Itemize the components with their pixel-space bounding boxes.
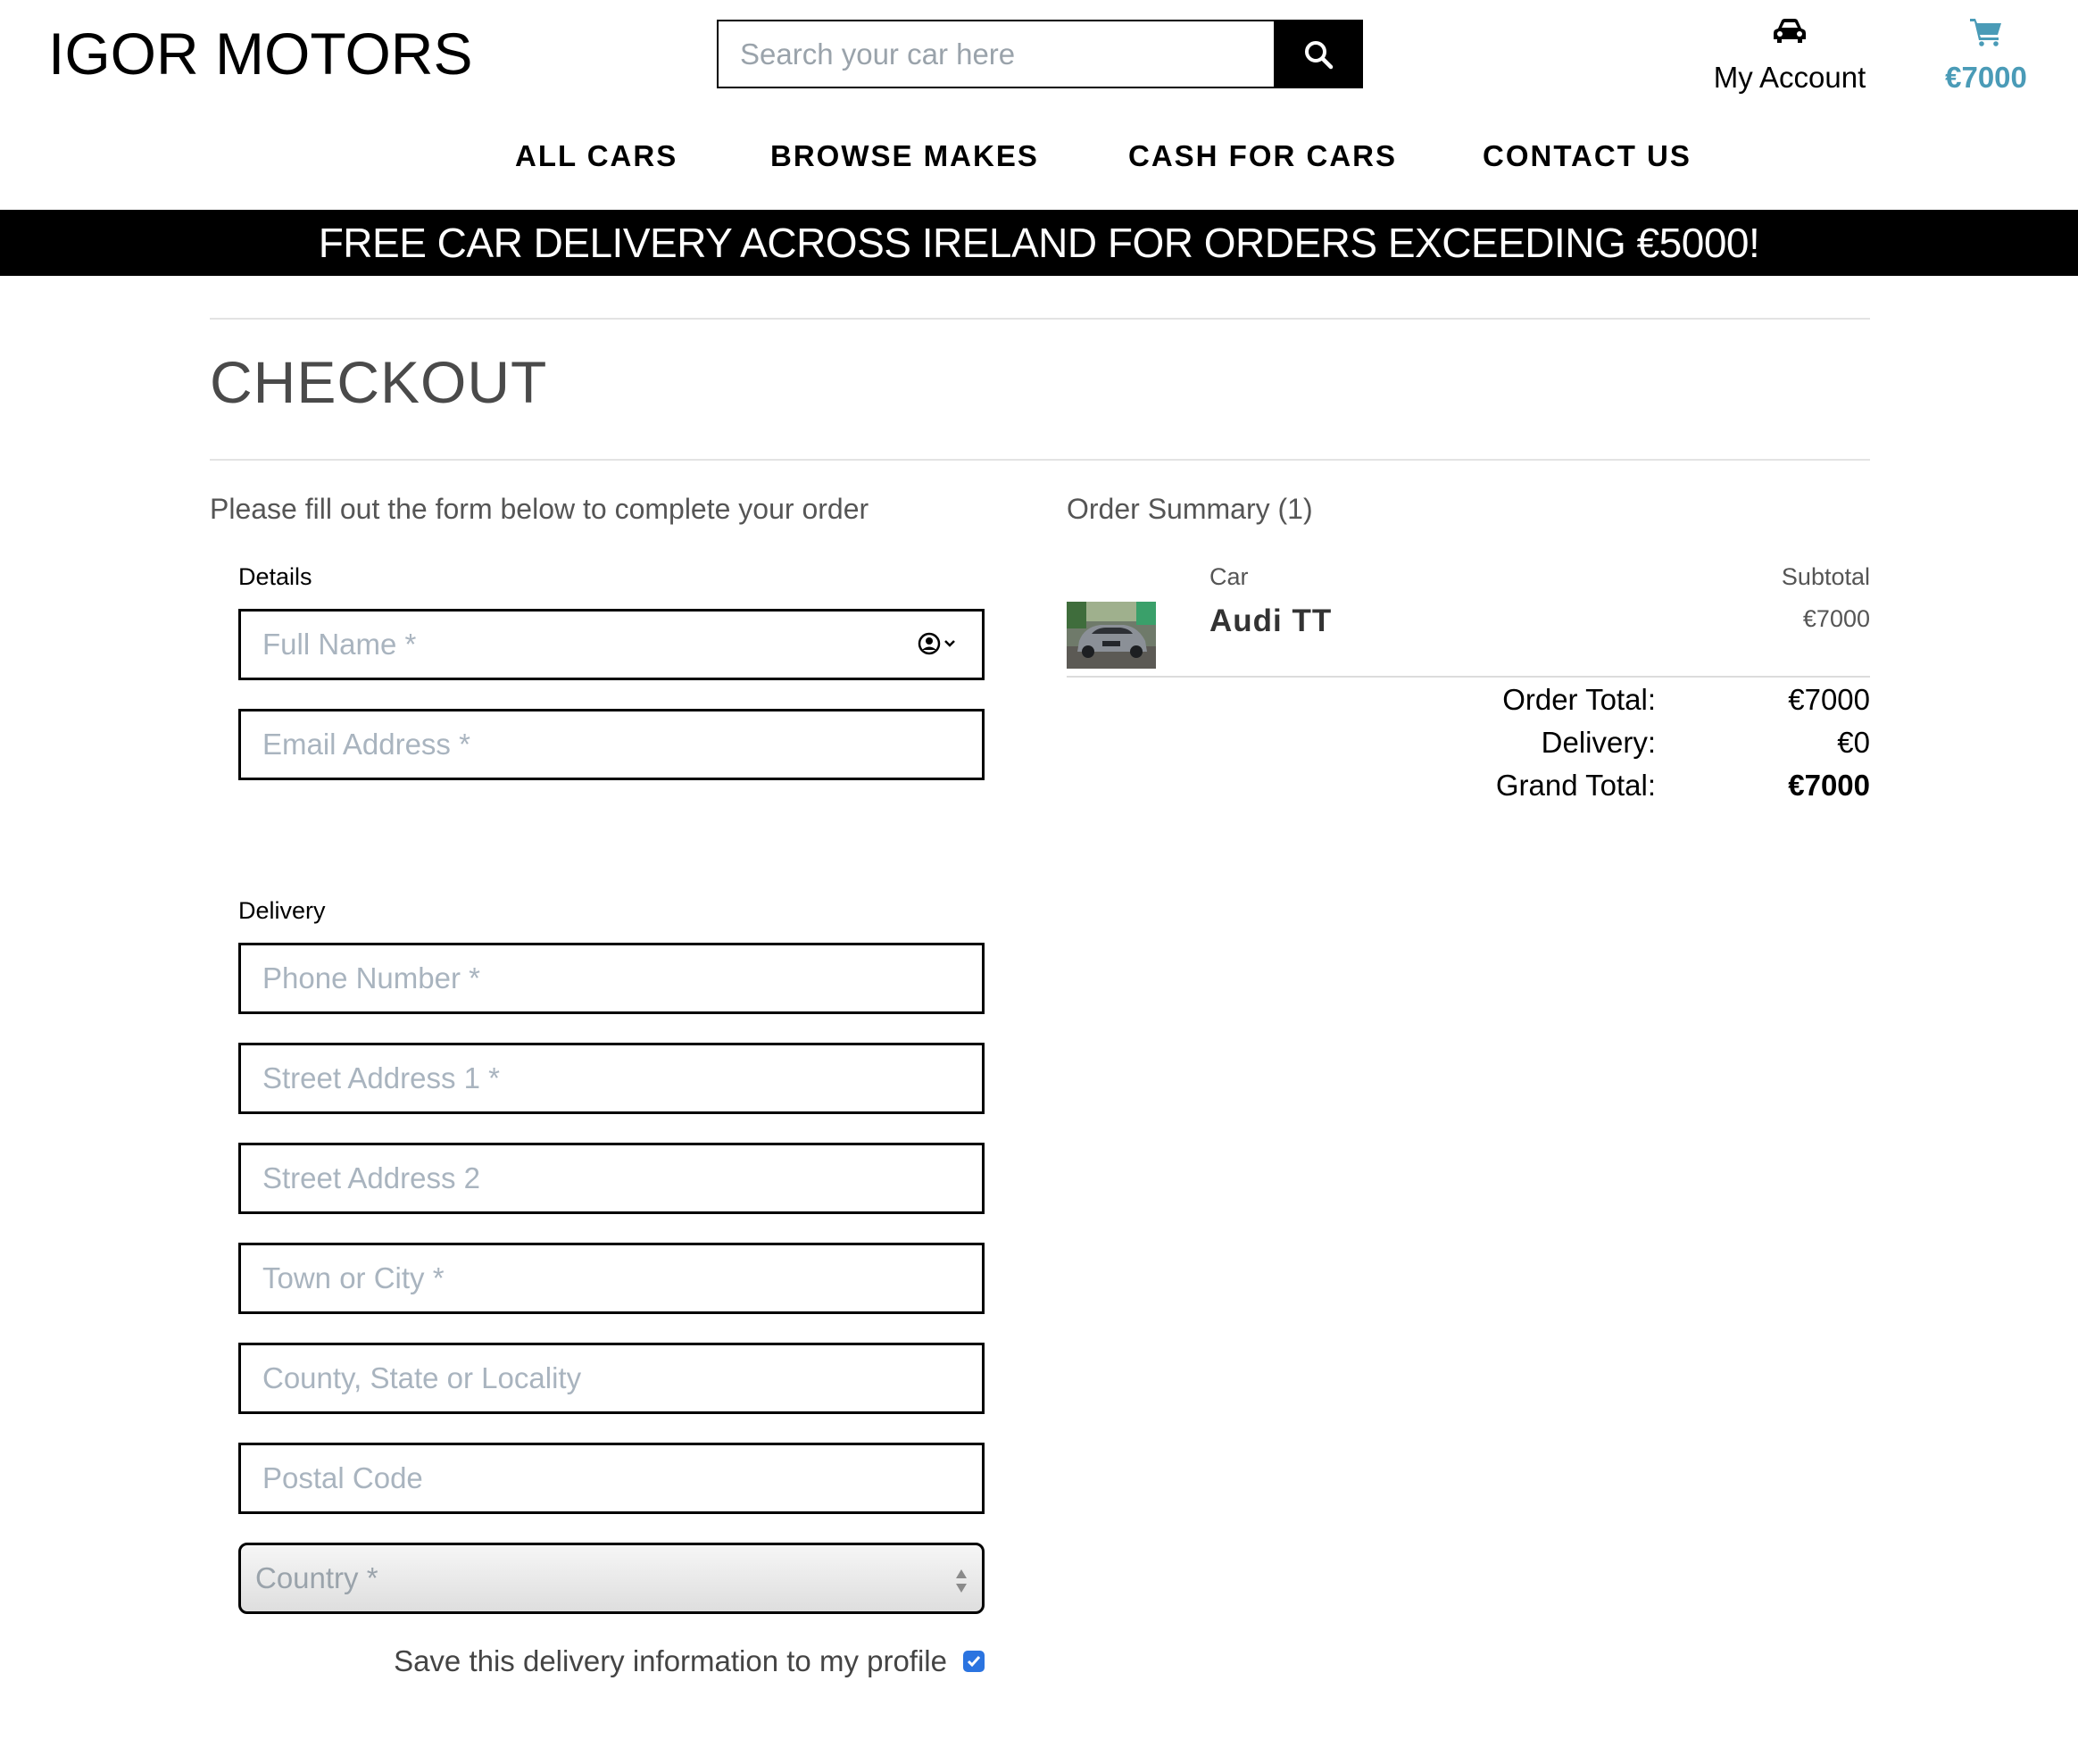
full-name-field[interactable] <box>238 609 985 680</box>
county-field[interactable] <box>238 1343 985 1414</box>
checkmark-icon <box>967 1656 981 1668</box>
site-logo[interactable]: IGOR MOTORS <box>48 20 472 87</box>
checkout-instructions: Please fill out the form below to comple… <box>210 493 869 525</box>
country-select[interactable]: Country * <box>238 1543 985 1614</box>
nav-cash-for-cars[interactable]: CASH FOR CARS <box>1128 139 1397 173</box>
nav-contact-us[interactable]: CONTACT US <box>1483 139 1691 173</box>
nav-browse-makes[interactable]: BROWSE MAKES <box>770 139 1039 173</box>
divider <box>1067 676 1870 678</box>
order-total-value: €7000 <box>1788 683 1870 716</box>
search-button[interactable] <box>1274 20 1363 88</box>
car-subtotal: €7000 <box>1802 605 1870 632</box>
delivery-label: Delivery: <box>1541 726 1656 759</box>
search-icon <box>1305 40 1334 69</box>
search-bar <box>717 20 1363 88</box>
order-total-label: Order Total: <box>1502 683 1656 716</box>
main-nav: ALL CARS BROWSE MAKES CASH FOR CARS CONT… <box>0 139 2078 184</box>
save-info-row: Save this delivery information to my pro… <box>394 1644 985 1678</box>
car-column-header: Car <box>1209 563 1249 590</box>
phone-number-field[interactable] <box>238 943 985 1014</box>
select-arrows-icon <box>956 1569 967 1593</box>
subtotal-column-header: Subtotal <box>1781 563 1870 590</box>
grand-total-label: Grand Total: <box>1495 769 1656 802</box>
car-name: Audi TT <box>1209 603 1333 638</box>
delivery-section-label: Delivery <box>238 897 326 924</box>
order-summary-title: Order Summary (1) <box>1067 493 1313 525</box>
divider <box>210 318 1870 320</box>
email-field[interactable] <box>238 709 985 780</box>
nav-all-cars[interactable]: ALL CARS <box>515 139 677 173</box>
country-select-value: Country * <box>255 1561 378 1594</box>
my-account-link[interactable]: My Account <box>1696 12 1883 95</box>
save-info-checkbox[interactable] <box>963 1651 985 1672</box>
street-address-1-field[interactable] <box>238 1043 985 1114</box>
save-info-label: Save this delivery information to my pro… <box>394 1644 947 1677</box>
delivery-promo-banner: FREE CAR DELIVERY ACROSS IRELAND FOR ORD… <box>0 210 2078 276</box>
grand-total-value: €7000 <box>1788 769 1870 802</box>
cart-total: €7000 <box>1945 61 2027 94</box>
shopping-cart-icon <box>1970 19 2001 46</box>
my-account-label: My Account <box>1713 61 1866 94</box>
postal-code-field[interactable] <box>238 1443 985 1514</box>
car-thumbnail[interactable] <box>1067 602 1156 669</box>
details-section-label: Details <box>238 563 312 590</box>
cart-link[interactable]: €7000 <box>1928 12 2044 95</box>
divider <box>210 459 1870 461</box>
delivery-value: €0 <box>1837 726 1870 759</box>
car-icon <box>1774 19 1806 43</box>
town-city-field[interactable] <box>238 1243 985 1314</box>
car-photo <box>1067 602 1156 669</box>
search-input[interactable] <box>717 20 1274 88</box>
page-title: CHECKOUT <box>210 349 548 415</box>
street-address-2-field[interactable] <box>238 1143 985 1214</box>
